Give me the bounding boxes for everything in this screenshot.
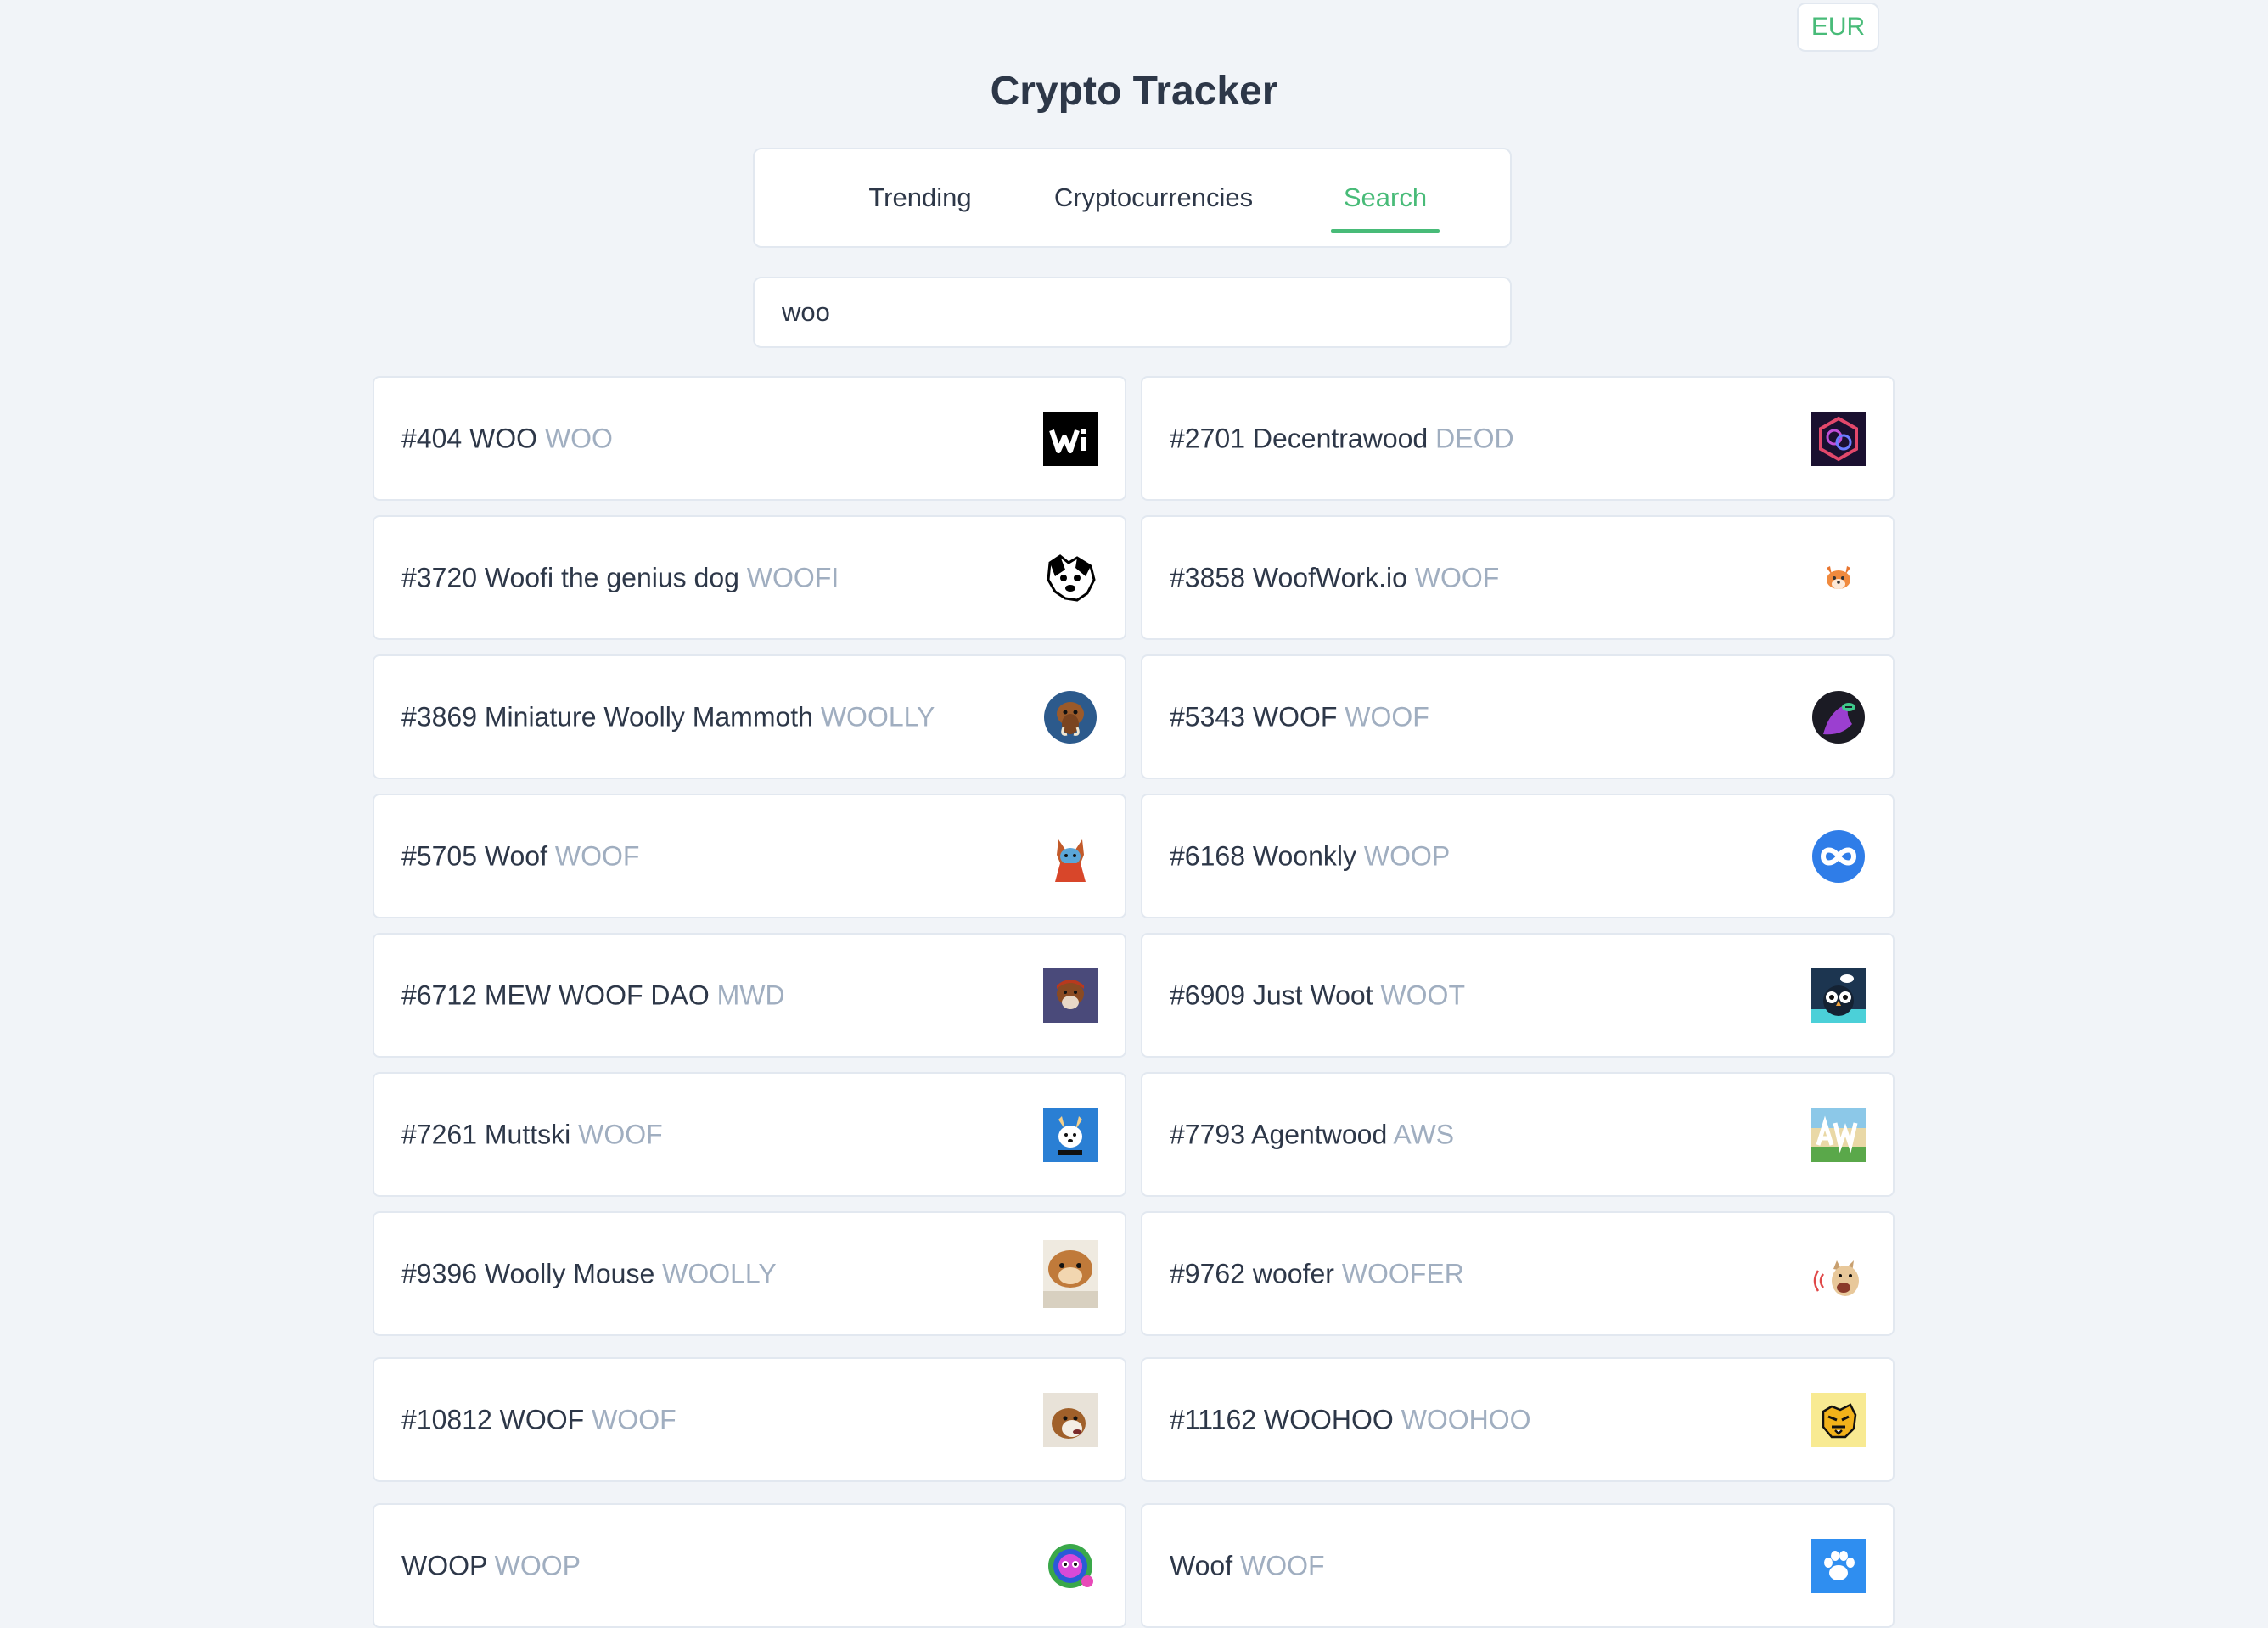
tab-label: Search — [1343, 182, 1428, 212]
coin-name: #5705 Woof — [401, 840, 547, 871]
tab-trending[interactable]: Trending — [839, 149, 1001, 246]
coin-symbol: DEOD — [1435, 423, 1514, 453]
tiger-icon — [1811, 1392, 1866, 1447]
page-title: Crypto Tracker — [990, 69, 1278, 114]
coin-symbol: WOOF — [1414, 562, 1500, 592]
list-item[interactable]: #9762 woofer WOOFER — [1141, 1211, 1895, 1336]
dog-sketch-icon — [1043, 551, 1098, 605]
decentrawood-icon — [1811, 411, 1866, 466]
coin-symbol: WOOFI — [746, 562, 839, 592]
husky-icon — [1043, 1107, 1098, 1162]
coin-name: #10812 WOOF — [401, 1404, 585, 1434]
coin-symbol: WOOF — [592, 1404, 676, 1434]
shiba-icon — [1811, 551, 1866, 605]
list-item[interactable]: #5705 Woof WOOF — [373, 794, 1126, 918]
coin-symbol: WOO — [544, 423, 613, 453]
coin-symbol: WOOFER — [1341, 1258, 1464, 1288]
coin-symbol: WOOF — [554, 840, 640, 871]
list-item[interactable]: #3858 WoofWork.io WOOF — [1141, 515, 1895, 640]
coin-name: #6712 MEW WOOF DAO — [401, 980, 710, 1010]
paw-icon — [1811, 1538, 1866, 1593]
list-item[interactable]: #3869 Miniature Woolly Mammoth WOOLLY — [373, 654, 1126, 779]
woo-icon — [1043, 411, 1098, 466]
search-input[interactable] — [753, 277, 1512, 348]
coin-name: #7793 Agentwood — [1170, 1119, 1388, 1149]
mammoth-icon — [1043, 690, 1098, 744]
coin-symbol: AWS — [1393, 1119, 1455, 1149]
coin-symbol: WOOP — [494, 1550, 581, 1580]
dog-photo-icon — [1043, 1392, 1098, 1447]
coin-symbol: MWD — [716, 980, 785, 1010]
list-item[interactable]: Woof WOOF — [1141, 1503, 1895, 1628]
coin-symbol: WOOF — [578, 1119, 663, 1149]
owl-icon — [1811, 968, 1866, 1023]
coin-symbol: WOOLLY — [662, 1258, 777, 1288]
list-item[interactable]: #9396 Woolly Mouse WOOLLY — [373, 1211, 1126, 1336]
currency-toggle-button[interactable]: EUR — [1797, 3, 1879, 52]
tab-cryptocurrencies[interactable]: Cryptocurrencies — [1035, 149, 1272, 246]
list-item[interactable]: #6712 MEW WOOF DAO MWD — [373, 933, 1126, 1058]
coin-symbol: WOOP — [1363, 840, 1451, 871]
colorful-mask-icon — [1043, 1539, 1098, 1593]
tab-label: Cryptocurrencies — [1053, 182, 1254, 212]
coin-name: #11162 WOOHOO — [1170, 1404, 1394, 1434]
coin-symbol: WOOF — [1240, 1550, 1325, 1580]
tab-search[interactable]: Search — [1331, 149, 1440, 246]
coin-symbol: WOOLLY — [820, 701, 935, 732]
coin-name: #404 WOO — [401, 423, 538, 453]
monkey-icon — [1043, 968, 1098, 1023]
list-item[interactable]: #404 WOO WOO — [373, 376, 1126, 501]
coin-name: #3858 WoofWork.io — [1170, 562, 1407, 592]
coin-symbol: WOOF — [1345, 701, 1429, 732]
coin-name: #9762 woofer — [1170, 1258, 1334, 1288]
barking-dog-icon — [1811, 1247, 1866, 1301]
list-item[interactable]: #6909 Just Woot WOOT — [1141, 933, 1895, 1058]
coin-name: Woof — [1170, 1550, 1233, 1580]
dog-astronaut-icon — [1043, 829, 1098, 884]
coin-name: #3720 Woofi the genius dog — [401, 562, 739, 592]
list-item[interactable]: #7261 Muttski WOOF — [373, 1072, 1126, 1197]
coin-symbol: WOOT — [1380, 980, 1465, 1010]
list-item[interactable]: #6168 Woonkly WOOP — [1141, 794, 1895, 918]
list-item[interactable]: WOOP WOOP — [373, 1503, 1126, 1628]
tab-bar: Trending Cryptocurrencies Search — [753, 148, 1512, 248]
list-item[interactable]: #3720 Woofi the genius dog WOOFI — [373, 515, 1126, 640]
coin-name: #2701 Decentrawood — [1170, 423, 1429, 453]
coin-name: #7261 Muttski — [401, 1119, 571, 1149]
coin-name: #3869 Miniature Woolly Mammoth — [401, 701, 813, 732]
list-item[interactable]: #11162 WOOHOO WOOHOO — [1141, 1357, 1895, 1482]
purple-wolf-icon — [1811, 690, 1866, 744]
coin-name: #9396 Woolly Mouse — [401, 1258, 655, 1288]
infinity-icon — [1811, 829, 1866, 884]
list-item[interactable]: #5343 WOOF WOOF — [1141, 654, 1895, 779]
list-item[interactable]: #2701 Decentrawood DEOD — [1141, 376, 1895, 501]
coin-name: #6909 Just Woot — [1170, 980, 1373, 1010]
list-item[interactable]: #7793 Agentwood AWS — [1141, 1072, 1895, 1197]
coin-name: #6168 Woonkly — [1170, 840, 1356, 871]
coin-name: #5343 WOOF — [1170, 701, 1338, 732]
coin-name: WOOP — [401, 1550, 487, 1580]
active-tab-indicator — [1331, 229, 1440, 233]
hamster-icon — [1043, 1239, 1098, 1308]
aw-logo-icon — [1811, 1107, 1866, 1162]
tab-label: Trending — [868, 182, 972, 212]
list-item[interactable]: #10812 WOOF WOOF — [373, 1357, 1126, 1482]
coin-symbol: WOOHOO — [1401, 1404, 1531, 1434]
